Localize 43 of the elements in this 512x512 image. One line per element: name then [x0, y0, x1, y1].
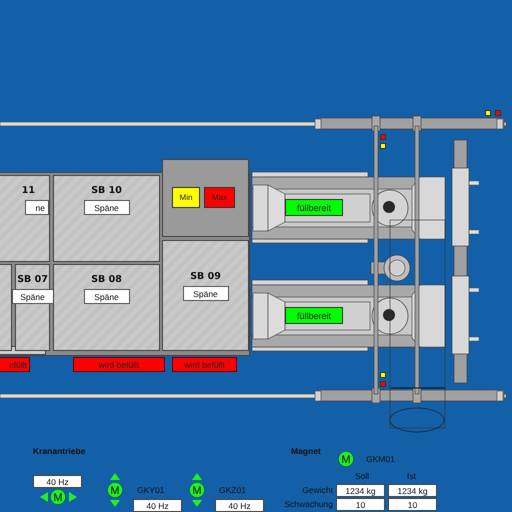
motor-icon: M [338, 451, 354, 467]
fill-status: wird befüllt [73, 357, 165, 372]
motor-icon: M [50, 489, 66, 505]
motor-icon: M [107, 482, 123, 498]
value-field: 10 [336, 498, 385, 511]
material-label: Späne [84, 200, 130, 215]
motor-icon: M [189, 482, 205, 498]
value-field: 1234 kg [388, 484, 437, 497]
material-label: Späne [182, 286, 228, 301]
frequency-field: 40 Hz [215, 499, 264, 512]
column-header: Ist [407, 471, 416, 481]
arrow-up-icon[interactable] [110, 472, 120, 482]
material-label: ne [25, 200, 49, 215]
bunker-title: 11 [22, 185, 35, 196]
fill-status: efüllt [0, 357, 30, 372]
drive-name: GKY01 [137, 485, 164, 495]
press-status: füllbereit [285, 199, 343, 216]
row-label: Gewicht [302, 485, 333, 495]
value-field: 10 [388, 498, 437, 511]
magnet-name: GKM01 [366, 454, 395, 464]
frequency-field: 40 Hz [133, 499, 182, 512]
bunker-title: SB 07 [17, 274, 48, 285]
arrow-right-icon[interactable] [68, 492, 78, 502]
arrow-left-icon[interactable] [39, 492, 49, 502]
value-field: 1234 kg [336, 484, 385, 497]
bunker-title: SB 09 [190, 271, 221, 282]
bunker-title: SB 10 [91, 185, 122, 196]
arrow-down-icon[interactable] [192, 498, 202, 508]
arrow-down-icon[interactable] [110, 498, 120, 508]
fill-status: wird befüllt [172, 357, 237, 372]
frequency-field: 40 Hz [33, 475, 82, 488]
arrow-up-icon[interactable] [192, 472, 202, 482]
level-alarm: Min [172, 187, 200, 208]
section-title: Magnet [291, 446, 321, 456]
press-status: füllbereit [285, 307, 343, 324]
material-label: Späne [12, 289, 54, 304]
material-label: Späne [84, 289, 130, 304]
column-header: Soll [355, 471, 370, 481]
row-label: Schwachung [284, 499, 333, 509]
section-title: Kranantriebe [33, 446, 86, 456]
level-alarm: Max [204, 187, 235, 208]
drive-name: GKZ01 [219, 485, 246, 495]
bunker-title: SB 08 [91, 274, 122, 285]
